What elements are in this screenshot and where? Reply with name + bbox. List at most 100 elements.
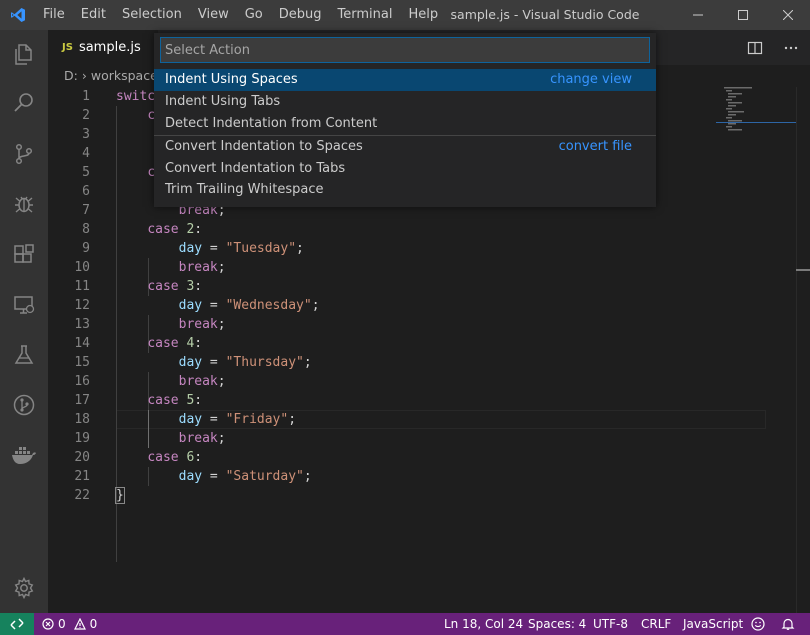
- menu-help[interactable]: Help: [400, 0, 446, 30]
- menu-selection[interactable]: Selection: [114, 0, 190, 30]
- code-text: case 4:: [147, 336, 203, 351]
- error-icon: [42, 618, 54, 630]
- line-number: 16: [74, 374, 90, 389]
- cursor-position[interactable]: Ln 18, Col 24: [444, 613, 523, 635]
- quick-pick-item[interactable]: Detect Indentation from Content: [154, 113, 656, 135]
- line-number: 5: [82, 165, 90, 180]
- bell-icon: [781, 618, 795, 630]
- menu-edit[interactable]: Edit: [73, 0, 114, 30]
- quick-pick-item-label: Indent Using Tabs: [165, 94, 281, 109]
- line-number: 1: [82, 89, 90, 104]
- minimap[interactable]: [716, 87, 796, 613]
- quick-pick-item[interactable]: Indent Using Spaces change view: [154, 69, 656, 91]
- code-line: 22}: [48, 486, 810, 505]
- code-text: day = "Friday";: [178, 412, 297, 427]
- code-line: 14 case 4:: [48, 334, 810, 353]
- code-text: day = "Thursday";: [178, 355, 312, 370]
- menu-debug[interactable]: Debug: [271, 0, 330, 30]
- line-number: 19: [74, 431, 90, 446]
- status-bar: 0 0 Ln 18, Col 24 Spaces: 4 UTF-8 CRLF J…: [0, 613, 810, 635]
- search-icon[interactable]: [0, 78, 48, 128]
- minimap-preview: [716, 87, 796, 131]
- line-number: 15: [74, 355, 90, 370]
- quick-pick-item-label: Indent Using Spaces: [165, 72, 298, 87]
- line-number: 6: [82, 184, 90, 199]
- code-text: break;: [178, 260, 226, 275]
- breadcrumb-folder[interactable]: workspace: [91, 65, 158, 87]
- line-number: 7: [82, 203, 90, 218]
- scroll-position-marker: [796, 269, 810, 271]
- extensions-icon[interactable]: [0, 230, 48, 280]
- line-number: 18: [74, 412, 90, 427]
- eol-status[interactable]: CRLF: [641, 613, 671, 635]
- javascript-file-icon: JS: [62, 42, 73, 53]
- warning-icon: [73, 618, 86, 630]
- quick-pick-item[interactable]: Convert Indentation to Spaces convert fi…: [154, 136, 656, 158]
- feedback-button[interactable]: [751, 613, 767, 635]
- code-line: 11 case 3:: [48, 277, 810, 296]
- notifications-button[interactable]: [781, 613, 797, 635]
- more-actions-button[interactable]: [780, 37, 802, 59]
- code-line: 15 day = "Thursday";: [48, 353, 810, 372]
- tab-label: sample.js: [78, 40, 141, 55]
- files-icon[interactable]: [0, 30, 48, 80]
- line-number: 4: [82, 146, 90, 161]
- split-editor-icon: [747, 41, 763, 54]
- source-control-icon[interactable]: [0, 129, 48, 179]
- breadcrumb-drive[interactable]: D:: [64, 65, 78, 87]
- quick-pick-item-label: Detect Indentation from Content: [165, 116, 378, 131]
- code-text: day = "Saturday";: [178, 469, 312, 484]
- quick-pick-item-label: Convert Indentation to Tabs: [165, 161, 346, 176]
- encoding-status[interactable]: UTF-8: [593, 613, 628, 635]
- vertical-scrollbar[interactable]: [796, 87, 810, 613]
- code-line: 17 case 5:: [48, 391, 810, 410]
- remote-explorer-icon[interactable]: [0, 280, 48, 330]
- smiley-icon: [751, 617, 765, 631]
- quick-pick-item[interactable]: Convert Indentation to Tabs: [154, 158, 656, 180]
- editor-actions: [744, 30, 802, 65]
- line-number: 21: [74, 469, 90, 484]
- quick-pick-item[interactable]: Trim Trailing Whitespace: [154, 179, 656, 201]
- debug-icon[interactable]: [0, 179, 48, 229]
- code-text: day = "Tuesday";: [178, 241, 304, 256]
- menu-bar: File Edit Selection View Go Debug Termin…: [35, 0, 446, 30]
- code-line: 19 break;: [48, 429, 810, 448]
- test-icon[interactable]: [0, 330, 48, 380]
- line-number: 2: [82, 108, 90, 123]
- code-text: break;: [178, 431, 226, 446]
- problems-button[interactable]: 0 0: [42, 613, 97, 635]
- menu-file[interactable]: File: [35, 0, 73, 30]
- settings-gear-icon[interactable]: [0, 563, 48, 613]
- code-text: day = "Wednesday";: [178, 298, 320, 313]
- window-controls: [675, 0, 810, 30]
- line-number: 3: [82, 127, 90, 142]
- code-text: break;: [178, 317, 226, 332]
- title-bar: File Edit Selection View Go Debug Termin…: [0, 0, 810, 30]
- language-mode[interactable]: JavaScript: [683, 613, 743, 635]
- indentation-status[interactable]: Spaces: 4: [528, 613, 586, 635]
- docker-icon[interactable]: [0, 430, 48, 480]
- menu-terminal[interactable]: Terminal: [330, 0, 401, 30]
- quick-pick-item[interactable]: Indent Using Tabs: [154, 91, 656, 113]
- activity-bar: [0, 30, 48, 613]
- tab-sample-js[interactable]: JS sample.js: [48, 30, 158, 65]
- minimize-button[interactable]: [675, 0, 720, 30]
- code-text: break;: [178, 374, 226, 389]
- menu-go[interactable]: Go: [237, 0, 271, 30]
- error-count: 0: [58, 617, 66, 631]
- close-icon: [782, 10, 793, 20]
- maximize-button[interactable]: [720, 0, 765, 30]
- line-number: 9: [82, 241, 90, 256]
- split-editor-button[interactable]: [744, 37, 766, 59]
- remote-indicator-button[interactable]: [0, 613, 34, 635]
- line-number: 8: [82, 222, 90, 237]
- git-graph-icon[interactable]: [0, 380, 48, 430]
- close-button[interactable]: [765, 0, 810, 30]
- warning-count: 0: [89, 617, 98, 631]
- code-line: 13 break;: [48, 315, 810, 334]
- menu-view[interactable]: View: [190, 0, 237, 30]
- line-number: 20: [74, 450, 90, 465]
- quick-pick-item-label: Convert Indentation to Spaces: [165, 139, 363, 154]
- chevron-right-icon: ›: [81, 68, 87, 83]
- quick-pick-input[interactable]: [160, 37, 650, 63]
